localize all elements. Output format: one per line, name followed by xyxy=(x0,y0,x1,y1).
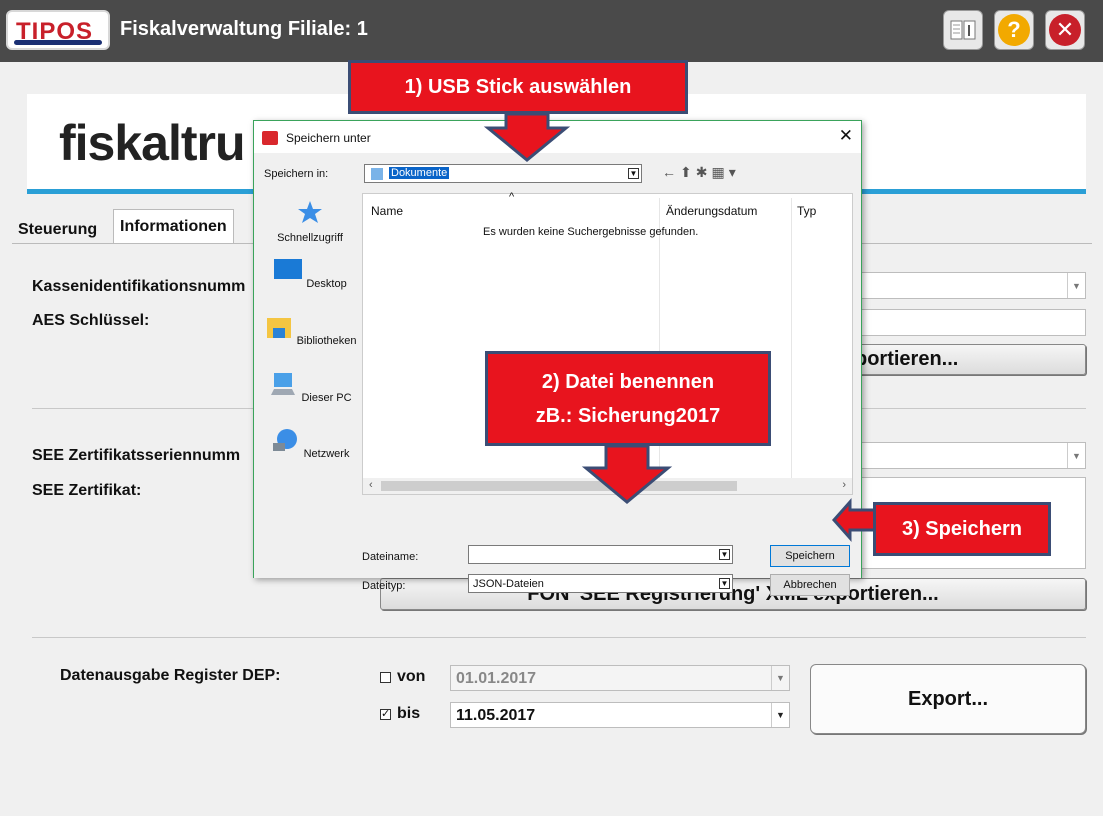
kassen-id-label: Kassenidentifikationsnumm xyxy=(32,278,246,295)
filetype-select[interactable]: JSON-Dateien ▼ xyxy=(468,574,733,593)
bis-checkbox[interactable]: ✓ bis xyxy=(380,705,420,723)
place-libraries[interactable]: Bibliotheken xyxy=(262,314,358,347)
app-titlebar: TIPOS Fiskalverwaltung Filiale: 1 ? ✕ xyxy=(0,0,1103,62)
aes-key-label: AES Schlüssel: xyxy=(32,312,150,329)
computer-icon xyxy=(271,373,296,395)
horizontal-scrollbar[interactable]: ‹ › xyxy=(363,478,852,494)
filename-label: Dateiname: xyxy=(362,551,419,563)
chevron-down-icon: ▼ xyxy=(771,703,789,727)
close-button[interactable]: ✕ xyxy=(1045,10,1085,50)
export-label: Export... xyxy=(907,687,988,710)
check-icon: ✓ xyxy=(380,707,391,720)
callout-step3: 3) Speichern xyxy=(873,502,1051,556)
kassen-id-combo[interactable]: ▼ xyxy=(850,272,1086,299)
dialog-close-icon[interactable]: ✕ xyxy=(839,126,853,146)
cancel-button[interactable]: Abbrechen xyxy=(770,574,850,596)
back-icon[interactable]: ← xyxy=(662,164,680,180)
star-icon xyxy=(298,201,322,223)
logo-swoosh xyxy=(14,40,102,45)
see-serial-label: SEE Zertifikatsseriennumm xyxy=(32,447,241,464)
aes-key-field[interactable] xyxy=(850,309,1086,336)
place-label: Bibliotheken xyxy=(296,335,357,347)
help-button[interactable]: ? xyxy=(994,10,1034,50)
von-label: von xyxy=(397,668,426,685)
scroll-thumb[interactable] xyxy=(381,481,737,491)
save-as-dialog: Speichern unter ✕ Speichern in: Dokument… xyxy=(253,120,862,596)
tipos-logo: TIPOS xyxy=(6,10,110,50)
network-icon xyxy=(272,429,297,451)
filetype-value: JSON-Dateien xyxy=(473,578,544,590)
von-checkbox[interactable]: von xyxy=(380,668,425,686)
checkbox-box xyxy=(380,671,391,683)
place-desktop[interactable]: Desktop xyxy=(262,257,358,290)
empty-results-message: Es wurden keine Suchergebnisse gefunden. xyxy=(483,226,699,238)
places-bar: Schnellzugriff Desktop Bibliotheken Dies… xyxy=(262,199,358,499)
aes-export-label: portieren... xyxy=(855,348,959,370)
chevron-down-icon: ▼ xyxy=(719,578,730,589)
app-icon xyxy=(262,131,278,145)
nav-toolbar: ←⬆✱▦▾ xyxy=(662,164,740,181)
tab-informationen[interactable]: Informationen xyxy=(113,209,234,243)
dep-label: Datenausgabe Register DEP: xyxy=(60,667,281,684)
see-cert-label: SEE Zertifikat: xyxy=(32,482,142,499)
see-serial-combo[interactable]: ▼ xyxy=(850,442,1086,469)
dialog-titlebar: Speichern unter ✕ xyxy=(254,121,861,153)
bis-label: bis xyxy=(397,705,421,722)
desktop-icon xyxy=(274,259,303,279)
callout-step2-line2: zB.: Sicherung2017 xyxy=(535,404,721,427)
column-header-date[interactable]: Änderungsdatum xyxy=(666,204,757,218)
chevron-down-icon: ▼ xyxy=(719,549,730,560)
scroll-right-icon[interactable]: › xyxy=(842,479,846,491)
callout-step2-line1: 2) Datei benennen xyxy=(541,370,715,393)
book-icon xyxy=(950,20,976,40)
callout-step2: 2) Datei benennen zB.: Sicherung2017 xyxy=(485,351,771,446)
place-label: Schnellzugriff xyxy=(277,232,343,244)
column-header-type[interactable]: Typ xyxy=(797,204,816,218)
folder-icon xyxy=(371,168,383,180)
chevron-down-icon: ▼ xyxy=(771,666,789,690)
chevron-down-icon: ▼ xyxy=(628,168,639,179)
callout-step1: 1) USB Stick auswählen xyxy=(348,60,688,114)
von-date-field[interactable]: 01.01.2017 ▼ xyxy=(450,665,790,691)
close-icon: ✕ xyxy=(1049,14,1081,46)
tab-steuerung[interactable]: Steuerung xyxy=(12,213,103,243)
file-list[interactable]: Name ^ Änderungsdatum Typ Es wurden kein… xyxy=(362,191,853,495)
place-quick-access[interactable]: Schnellzugriff xyxy=(262,199,358,244)
library-icon xyxy=(266,318,291,338)
fiskaltrust-logo: fiskaltru xyxy=(59,115,246,171)
help-icon: ? xyxy=(998,14,1030,46)
bis-date-field[interactable]: 11.05.2017 ▼ xyxy=(450,702,790,728)
save-in-value: Dokumente xyxy=(389,167,450,179)
scroll-left-icon[interactable]: ‹ xyxy=(369,479,373,491)
save-in-label: Speichern in: xyxy=(264,168,329,180)
section-divider xyxy=(32,637,1086,638)
filetype-label: Dateityp: xyxy=(362,580,406,592)
dialog-title: Speichern unter xyxy=(286,131,371,145)
chevron-down-icon: ▼ xyxy=(1067,443,1085,468)
new-folder-icon[interactable]: ✱ xyxy=(696,164,712,180)
aes-export-button[interactable]: portieren... xyxy=(850,344,1086,375)
place-this-pc[interactable]: Dieser PC xyxy=(262,371,358,404)
save-in-combo[interactable]: Dokumente ▼ xyxy=(364,164,642,183)
view-menu-icon[interactable]: ▦▾ xyxy=(711,164,739,180)
bis-date-value: 11.05.2017 xyxy=(456,707,536,724)
export-button[interactable]: Export... xyxy=(810,664,1086,734)
column-divider xyxy=(791,198,792,488)
place-label: Desktop xyxy=(306,278,347,290)
manual-button[interactable] xyxy=(943,10,983,50)
sort-chevron-icon: ^ xyxy=(509,191,515,203)
window-title: Fiskalverwaltung Filiale: 1 xyxy=(120,18,368,40)
place-label: Netzwerk xyxy=(303,448,350,460)
chevron-down-icon: ▼ xyxy=(1067,273,1085,298)
place-label: Dieser PC xyxy=(301,392,352,404)
filename-input[interactable]: ▼ xyxy=(468,545,733,564)
column-header-name[interactable]: Name xyxy=(371,204,403,218)
up-folder-icon[interactable]: ⬆ xyxy=(680,164,696,180)
place-network[interactable]: Netzwerk xyxy=(262,427,358,460)
von-date-value: 01.01.2017 xyxy=(456,670,537,687)
save-button[interactable]: Speichern xyxy=(770,545,850,567)
